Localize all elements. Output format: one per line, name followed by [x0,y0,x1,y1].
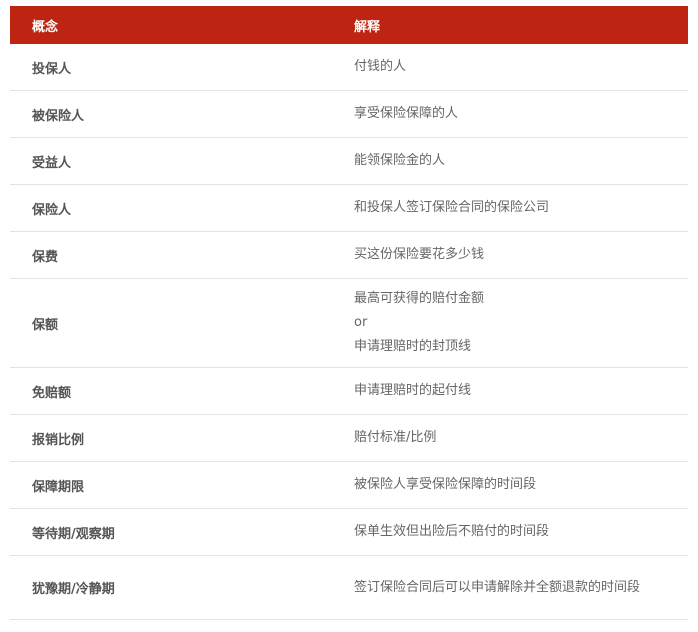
table-row: 免赔额 申请理赔时的起付线 [10,367,688,415]
table-row: 被保险人 享受保险保障的人 [10,90,688,138]
term-cell: 投保人 [10,44,332,91]
glossary-table-container: 概念 解释 投保人 付钱的人 被保险人 享受保险保障的人 受益人 能领保险金的人… [10,6,688,620]
desc-line: 享受保险保障的人 [354,106,459,121]
table-body: 投保人 付钱的人 被保险人 享受保险保障的人 受益人 能领保险金的人 保险人 和… [10,44,688,620]
desc-cell: 和投保人签订保险合同的保险公司 [332,184,688,232]
term-cell: 免赔额 [10,367,332,415]
desc-line: 申请理赔时的封顶线 [354,339,472,354]
term-cell: 保险人 [10,184,332,232]
desc-cell: 最高可获得的赔付金额 or 申请理赔时的封顶线 [332,278,688,368]
insurance-glossary-table: 概念 解释 投保人 付钱的人 被保险人 享受保险保障的人 受益人 能领保险金的人… [10,6,688,620]
desc-cell: 付钱的人 [332,44,688,91]
table-row: 等待期/观察期 保单生效但出险后不赔付的时间段 [10,508,688,556]
table-row: 保险人 和投保人签订保险合同的保险公司 [10,184,688,232]
desc-line: 能领保险金的人 [354,153,446,168]
desc-cell: 保单生效但出险后不赔付的时间段 [332,508,688,556]
header-concept: 概念 [10,6,332,44]
term-cell: 报销比例 [10,414,332,462]
desc-line: 签订保险合同后可以申请解除并全额退款的时间段 [354,579,641,595]
desc-line: 最高可获得的赔付金额 [354,291,485,306]
desc-cell: 被保险人享受保险保障的时间段 [332,461,688,509]
term-cell: 等待期/观察期 [10,508,332,556]
header-explanation: 解释 [332,6,688,44]
table-row: 犹豫期/冷静期 签订保险合同后可以申请解除并全额退款的时间段 [10,555,688,620]
table-row: 保额 最高可获得的赔付金额 or 申请理赔时的封顶线 [10,278,688,368]
desc-line: 保单生效但出险后不赔付的时间段 [354,524,550,539]
term-cell: 被保险人 [10,90,332,138]
term-cell: 犹豫期/冷静期 [10,555,332,620]
desc-cell: 享受保险保障的人 [332,90,688,138]
header-row: 概念 解释 [10,6,688,44]
desc-cell: 赔付标准/比例 [332,414,688,462]
term-cell: 保额 [10,278,332,368]
desc-cell: 能领保险金的人 [332,137,688,185]
desc-line: 赔付标准/比例 [354,430,437,445]
desc-cell: 买这份保险要花多少钱 [332,231,688,279]
desc-line: 付钱的人 [354,59,407,74]
term-cell: 保费 [10,231,332,279]
desc-line: 申请理赔时的起付线 [354,383,472,398]
table-row: 投保人 付钱的人 [10,44,688,91]
table-header: 概念 解释 [10,6,688,44]
desc-line: or [354,315,368,330]
table-row: 保障期限 被保险人享受保险保障的时间段 [10,461,688,509]
term-cell: 受益人 [10,137,332,185]
table-row: 保费 买这份保险要花多少钱 [10,231,688,279]
desc-line: 买这份保险要花多少钱 [354,247,485,262]
desc-line: 和投保人签订保险合同的保险公司 [354,200,550,215]
desc-cell: 签订保险合同后可以申请解除并全额退款的时间段 [332,555,688,620]
desc-cell: 申请理赔时的起付线 [332,367,688,415]
table-row: 受益人 能领保险金的人 [10,137,688,185]
desc-line: 被保险人享受保险保障的时间段 [354,477,537,492]
table-row: 报销比例 赔付标准/比例 [10,414,688,462]
term-cell: 保障期限 [10,461,332,509]
